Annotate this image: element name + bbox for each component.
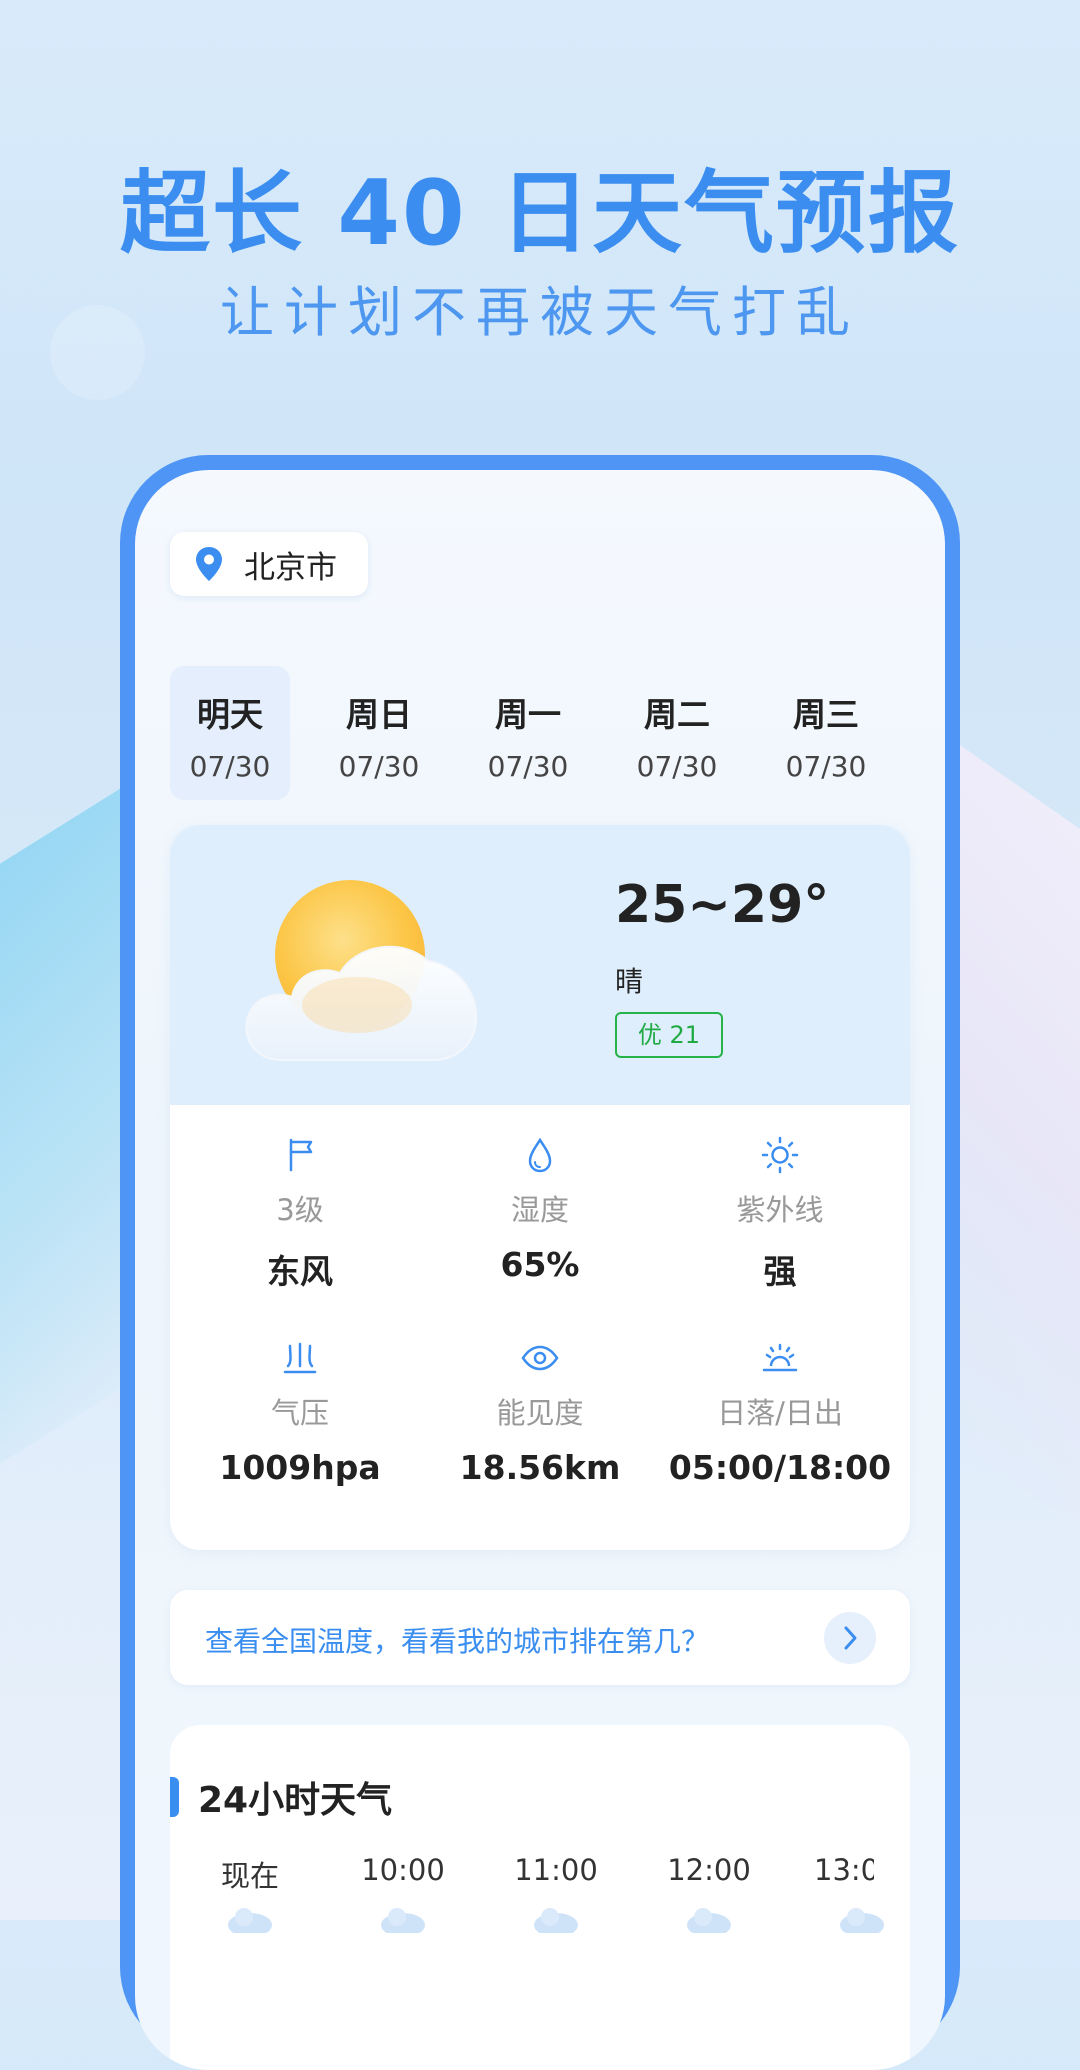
location-pin-icon	[196, 547, 222, 581]
day-date: 07/30	[785, 750, 867, 783]
stat-value: 强	[763, 1252, 797, 1291]
stat-visibility: 能见度 18.56km	[420, 1338, 660, 1487]
cloud-icon	[381, 1908, 425, 1933]
chevron-right-icon[interactable]	[824, 1612, 876, 1664]
day-tab[interactable]: 周一 07/30	[468, 666, 588, 800]
cloud-icon	[245, 945, 478, 1061]
stat-label: 能见度	[496, 1396, 584, 1430]
location-chip[interactable]: 北京市	[170, 532, 368, 596]
hour-label: 13:00	[814, 1853, 874, 1887]
ranking-text: 查看全国温度，看看我的城市排在第几？	[205, 1625, 710, 1658]
day-date: 07/30	[338, 750, 420, 783]
phone-screen: 北京市 明天 07/30 周日 07/30 周一 07/30 周二 07/30 …	[135, 470, 945, 2070]
uv-sun-icon	[761, 1136, 799, 1174]
day-tab[interactable]: 周二 07/30	[617, 666, 737, 800]
temperature-range: 25~29°	[615, 875, 830, 935]
hour-label: 12:00	[667, 1853, 751, 1887]
stat-label: 湿度	[510, 1193, 569, 1227]
hourly-title: 24小时天气	[198, 1780, 393, 1821]
cloud-icon	[687, 1908, 731, 1933]
stat-label: 3级	[276, 1193, 324, 1227]
cloud-icon	[534, 1908, 578, 1933]
day-name: 周一	[495, 695, 561, 734]
stat-value: 1009hpa	[219, 1448, 381, 1487]
national-ranking-banner[interactable]: 查看全国温度，看看我的城市排在第几？	[170, 1590, 910, 1685]
day-name: 明天	[197, 695, 263, 734]
stat-label: 日落/日出	[717, 1396, 843, 1430]
aqi-badge: 优 21	[615, 1012, 723, 1058]
stat-label: 紫外线	[736, 1193, 824, 1227]
stat-uv: 紫外线 强	[660, 1135, 900, 1293]
hour-label: 10:00	[361, 1853, 445, 1887]
stat-value: 05:00/18:00	[668, 1448, 892, 1487]
day-name: 周二	[644, 695, 710, 734]
hour-label: 现在	[220, 1859, 279, 1893]
weather-condition: 晴	[615, 965, 644, 998]
day-name: 周三	[793, 695, 859, 734]
hour-label: 11:00	[514, 1853, 598, 1887]
pressure-icon	[283, 1342, 317, 1374]
day-date: 07/30	[487, 750, 569, 783]
day-date: 07/30	[189, 750, 271, 783]
stat-label: 气压	[270, 1396, 329, 1430]
visibility-eye-icon	[521, 1345, 559, 1371]
stat-value: 东风	[267, 1252, 333, 1291]
day-tab[interactable]: 周三 07/30	[766, 666, 886, 800]
sunrise-icon	[762, 1343, 798, 1372]
location-city: 北京市	[244, 549, 337, 586]
cloud-icon	[840, 1908, 884, 1933]
day-date: 07/30	[636, 750, 718, 783]
day-name: 周日	[346, 695, 412, 734]
section-marker	[170, 1777, 179, 1817]
cloud-icon	[228, 1908, 272, 1933]
stat-sunrise: 日落/日出 05:00/18:00	[660, 1338, 900, 1487]
stat-value: 65%	[500, 1245, 580, 1284]
hero-title: 超长 40 日天气预报	[120, 161, 960, 266]
stat-wind: 3级 东风	[180, 1135, 420, 1293]
day-tab[interactable]: 明天 07/30	[170, 666, 290, 800]
wind-flag-icon	[289, 1138, 313, 1172]
day-tabs: 明天 07/30 周日 07/30 周一 07/30 周二 07/30 周三 0…	[170, 666, 910, 800]
hero-subtitle: 让计划不再被天气打乱	[220, 281, 860, 344]
humidity-drop-icon	[528, 1137, 552, 1173]
weather-summary: 25~29° 晴 优 21	[170, 825, 910, 1105]
day-tab[interactable]: 周日 07/30	[319, 666, 439, 800]
weather-detail-card: 25~29° 晴 优 21 3级 东风 湿度 65% 紫外线 强 气压 1009…	[170, 825, 910, 1550]
hourly-forecast-card: 24小时天气 现在 10:00 11:00 12:00 13:00	[170, 1725, 910, 2070]
stat-humidity: 湿度 65%	[420, 1135, 660, 1284]
stat-pressure: 气压 1009hpa	[180, 1338, 420, 1487]
stat-value: 18.56km	[459, 1448, 621, 1487]
